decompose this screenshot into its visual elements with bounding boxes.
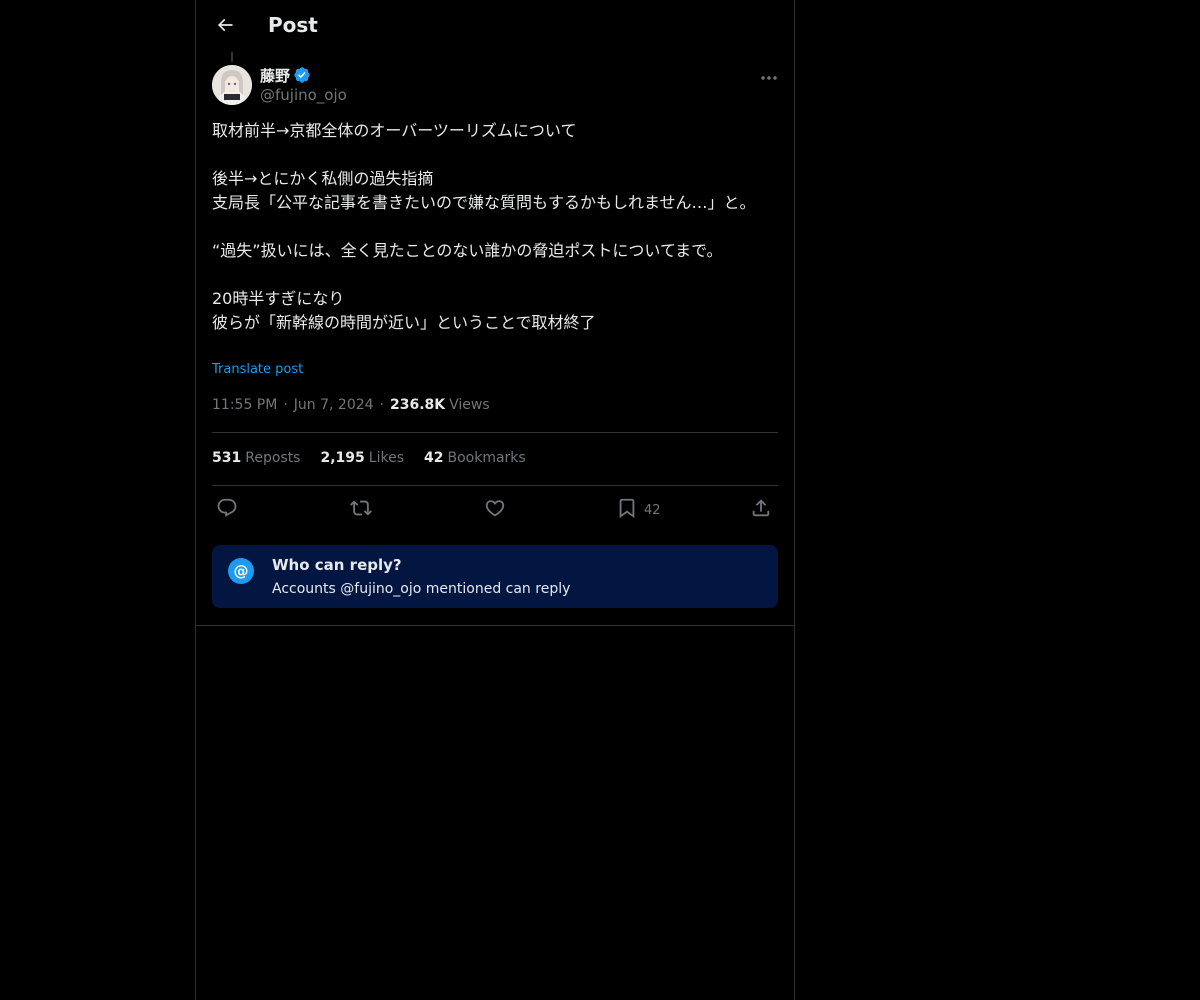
author-block: 藤野 @fujino_ojo bbox=[260, 64, 347, 105]
share-button[interactable] bbox=[750, 496, 772, 524]
more-options-button[interactable] bbox=[758, 66, 780, 84]
reposts-stat[interactable]: 531 Reposts bbox=[212, 450, 300, 466]
bookmarks-count: 42 bbox=[424, 450, 444, 466]
bookmarks-stat[interactable]: 42 Bookmarks bbox=[424, 450, 526, 466]
bookmarks-label: Bookmarks bbox=[447, 450, 526, 466]
arrow-left-icon bbox=[215, 15, 235, 39]
post-date[interactable]: Jun 7, 2024 bbox=[294, 397, 374, 413]
who-can-reply-title: Who can reply? bbox=[272, 556, 402, 574]
display-name-row: 藤野 bbox=[260, 64, 347, 86]
page-title: Post bbox=[268, 13, 318, 37]
bookmark-icon bbox=[616, 497, 638, 523]
likes-stat[interactable]: 2,195 Likes bbox=[320, 450, 404, 466]
action-bar: 42 bbox=[212, 496, 778, 524]
who-can-reply-subtitle: Accounts @fujino_ojo mentioned can reply bbox=[272, 581, 571, 597]
share-icon bbox=[750, 497, 772, 523]
divider bbox=[212, 485, 778, 486]
divider bbox=[212, 432, 778, 433]
bookmark-count: 42 bbox=[644, 502, 661, 518]
at-icon: @ bbox=[228, 558, 254, 584]
reposts-label: Reposts bbox=[245, 450, 301, 466]
views-label: Views bbox=[449, 397, 490, 413]
back-button[interactable] bbox=[208, 10, 242, 44]
handle[interactable]: @fujino_ojo bbox=[260, 86, 347, 104]
post-meta: 11:55 PM · Jun 7, 2024 · 236.8K Views bbox=[212, 397, 490, 413]
views-count: 236.8K bbox=[390, 397, 446, 413]
bookmark-button[interactable]: 42 bbox=[616, 496, 661, 524]
separator-dot: · bbox=[379, 397, 384, 413]
verified-badge-icon[interactable] bbox=[293, 66, 311, 84]
thread-line bbox=[231, 52, 233, 62]
likes-label: Likes bbox=[368, 450, 404, 466]
reply-button[interactable] bbox=[216, 496, 238, 524]
more-icon bbox=[760, 66, 778, 85]
engagement-stats: 531 Reposts 2,195 Likes 42 Bookmarks bbox=[212, 450, 546, 466]
post-text: 取材前半→京都全体のオーバーツーリズムについて 後半→とにかく私側の過失指摘 支… bbox=[212, 121, 756, 332]
heart-icon bbox=[484, 497, 506, 523]
repost-icon bbox=[350, 497, 372, 523]
display-name[interactable]: 藤野 bbox=[260, 65, 290, 86]
reply-icon bbox=[216, 497, 238, 523]
who-can-reply-box: @ Who can reply? Accounts @fujino_ojo me… bbox=[212, 545, 778, 608]
translate-post-link[interactable]: Translate post bbox=[212, 362, 303, 377]
post-time[interactable]: 11:55 PM bbox=[212, 397, 277, 413]
likes-count: 2,195 bbox=[320, 450, 365, 466]
avatar[interactable] bbox=[212, 65, 252, 105]
repost-button[interactable] bbox=[350, 496, 372, 524]
separator-dot: · bbox=[283, 397, 288, 413]
like-button[interactable] bbox=[484, 496, 506, 524]
header: Post bbox=[196, 0, 794, 53]
divider bbox=[196, 625, 794, 626]
main-column: Post 藤野 @fujino_ojo 取材前半→京都全体のオーバーツーリズムに… bbox=[195, 0, 795, 1000]
reposts-count: 531 bbox=[212, 450, 242, 466]
